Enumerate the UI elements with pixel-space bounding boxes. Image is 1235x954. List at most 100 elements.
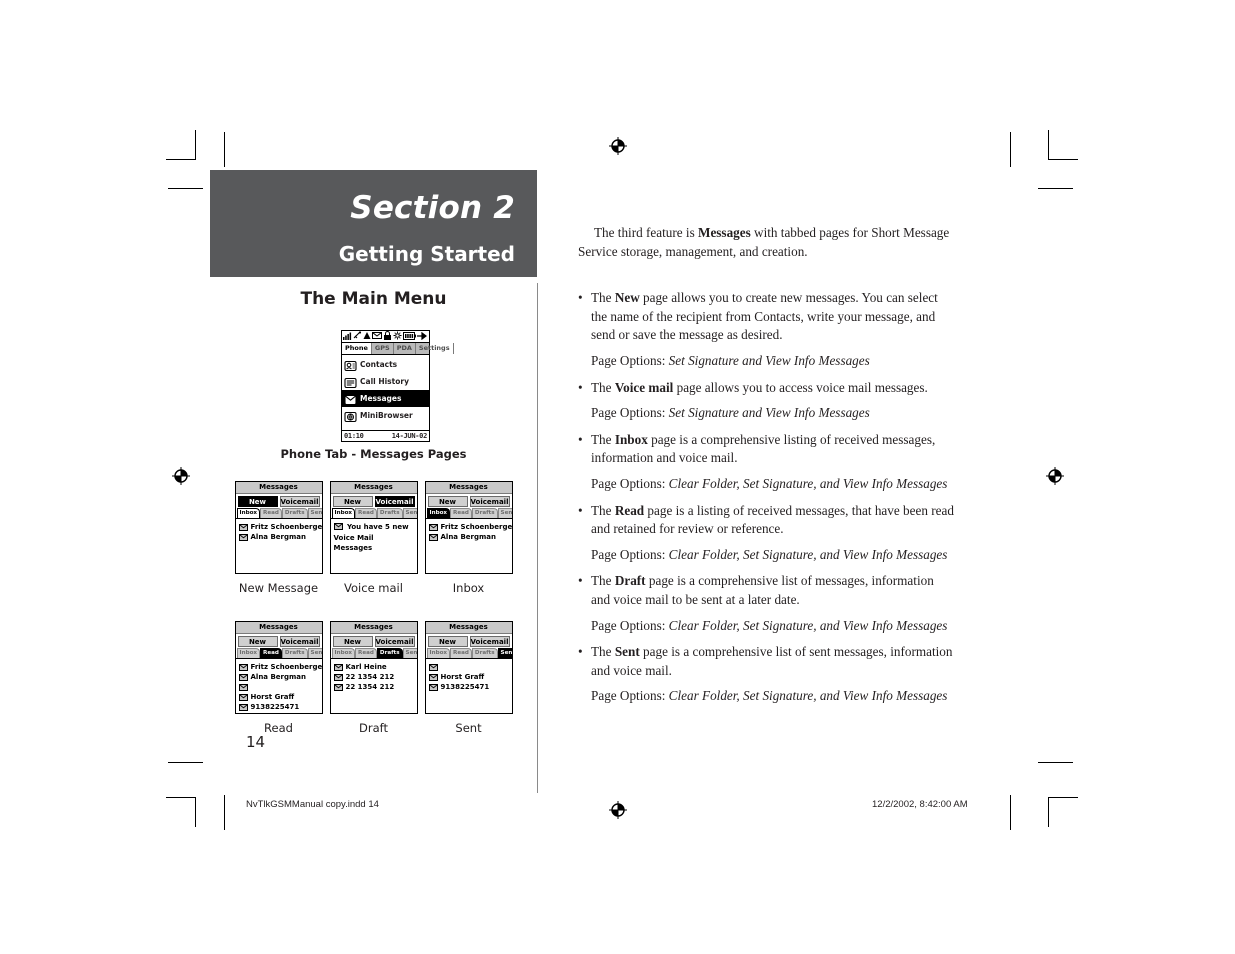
page-options-value: Clear Folder, Set Signature, and View In…: [668, 688, 948, 704]
list-item-label: Alna Bergman: [440, 533, 497, 541]
list-item[interactable]: Fritz Schoenberge: [238, 522, 322, 532]
list-item-label: 22 1354 212: [345, 683, 395, 691]
screenshot-button-voicemail[interactable]: Voicemail: [469, 636, 510, 647]
list-item[interactable]: Horst Graff: [238, 692, 320, 702]
screenshot-button-new[interactable]: New: [237, 496, 278, 507]
screenshot-cell: MessagesNewVoicemailInboxReadDraftsSentK…: [329, 621, 418, 735]
screenshot-title: Messages: [330, 482, 417, 494]
list-item[interactable]: Alna Bergman: [238, 532, 320, 542]
envelope-icon: [428, 683, 438, 691]
screenshot-tab-inbox[interactable]: Inbox: [331, 648, 356, 658]
screenshot-tab-sent[interactable]: Sent: [402, 508, 417, 518]
menu-item-contacts[interactable]: Contacts: [342, 356, 429, 373]
bullet-term: Voice mail: [614, 379, 674, 395]
screenshot-tab-sent[interactable]: Sent: [497, 648, 512, 658]
list-item[interactable]: Alna Bergman: [238, 672, 320, 682]
screenshot-tab-inbox[interactable]: Inbox: [426, 508, 451, 518]
envelope-icon: [238, 693, 248, 701]
crop-mark-top-right-corner-v: [1048, 130, 1049, 160]
screenshot-button-new[interactable]: New: [332, 496, 373, 507]
list-item[interactable]: Karl Heine: [333, 662, 415, 672]
screenshot-tab-read[interactable]: Read: [355, 508, 377, 518]
phone-screenshot-read: MessagesNewVoicemailInboxReadDraftsSentF…: [234, 621, 323, 714]
screenshot-tab-read[interactable]: Read: [260, 648, 282, 658]
screenshot-cell: MessagesNewVoicemailInboxReadDraftsSentH…: [424, 621, 513, 735]
list-item[interactable]: Fritz Schoenberge: [238, 662, 322, 672]
menu-item-call-history[interactable]: Call History: [342, 373, 429, 390]
page-options-line: Page Options: Set Signature and View Inf…: [591, 404, 956, 423]
screenshot-message-list: Fritz Schoenberge Alna Bergman: [426, 519, 512, 542]
bullet-marker: •: [578, 502, 583, 518]
screenshot-caption: Draft: [359, 721, 388, 735]
screenshot-tab-read[interactable]: Read: [450, 508, 472, 518]
screenshot-tab-drafts[interactable]: Drafts: [281, 508, 308, 518]
screenshot-button-new[interactable]: New: [427, 636, 468, 647]
screenshot-tab-inbox[interactable]: Inbox: [426, 648, 451, 658]
screenshot-tab-read[interactable]: Read: [450, 648, 472, 658]
menu-item-minibrowser[interactable]: MiniBrowser: [342, 407, 429, 424]
screenshot-tab-sent[interactable]: Sent: [497, 508, 512, 518]
screenshot-tab-sent[interactable]: Sent: [402, 648, 417, 658]
envelope-icon: [333, 673, 343, 681]
screenshot-tab-drafts[interactable]: Drafts: [471, 648, 498, 658]
screenshot-tab-inbox[interactable]: Inbox: [331, 508, 356, 518]
list-item[interactable]: [238, 682, 320, 692]
screenshot-tab-read[interactable]: Read: [260, 508, 282, 518]
bullet-term: Inbox: [614, 431, 648, 447]
screenshot-tab-read[interactable]: Read: [355, 648, 377, 658]
list-item-label: 9138225471: [250, 703, 300, 711]
device-tab-settings[interactable]: Settings: [416, 343, 454, 354]
device-tab-gps[interactable]: GPS: [372, 343, 394, 354]
screenshot-button-voicemail[interactable]: Voicemail: [469, 496, 510, 507]
envelope-icon: [428, 533, 438, 541]
signal-bars-icon: [343, 331, 352, 342]
column-divider-rule: [537, 283, 538, 793]
screenshot-tab-inbox[interactable]: Inbox: [236, 648, 261, 658]
list-item-label: Horst Graff: [440, 673, 485, 681]
screenshot-tab-sent[interactable]: Sent: [307, 648, 322, 658]
envelope-icon: [238, 533, 248, 541]
screenshot-button-new[interactable]: New: [332, 636, 373, 647]
screenshot-tab-drafts[interactable]: Drafts: [376, 648, 403, 658]
list-item[interactable]: 9138225471: [238, 702, 320, 712]
screenshot-button-voicemail[interactable]: Voicemail: [374, 636, 415, 647]
screenshot-button-voicemail[interactable]: Voicemail: [279, 636, 320, 647]
page-options-line: Page Options: Clear Folder, Set Signatur…: [591, 617, 956, 636]
bullet-text: The Sent page is a comprehensive list of…: [591, 643, 956, 680]
screenshot-tab-drafts[interactable]: Drafts: [376, 508, 403, 518]
screenshot-button-voicemail[interactable]: Voicemail: [279, 496, 320, 507]
list-item[interactable]: [428, 662, 510, 672]
screenshot-tab-sent[interactable]: Sent: [307, 508, 322, 518]
list-item[interactable]: 22 1354 212: [333, 682, 415, 692]
list-item[interactable]: Horst Graff: [428, 672, 510, 682]
screenshot-button-new[interactable]: New: [237, 636, 278, 647]
screenshot-button-voicemail[interactable]: Voicemail: [374, 496, 415, 507]
device-status-bar: [342, 331, 429, 343]
screenshot-cell: MessagesNewVoicemailInboxReadDraftsSent …: [329, 481, 418, 595]
list-item[interactable]: Alna Bergman: [428, 532, 510, 542]
list-item[interactable]: Fritz Schoenberge: [428, 522, 512, 532]
list-item[interactable]: 22 1354 212: [333, 672, 415, 682]
bullet-item: • The Inbox page is a comprehensive listi…: [578, 431, 956, 468]
device-tab-pda[interactable]: PDA: [394, 343, 416, 354]
device-menu-list: Contacts Call History Messages MiniBrows…: [342, 355, 429, 424]
menu-item-messages[interactable]: Messages: [342, 390, 429, 407]
right-column: The third feature is Messages with tabbe…: [578, 224, 956, 714]
page-title: The Main Menu: [300, 289, 447, 309]
screenshot-tab-row: InboxReadDraftsSent: [425, 508, 512, 519]
screenshot-tab-drafts[interactable]: Drafts: [471, 508, 498, 518]
list-item[interactable]: 9138225471: [428, 682, 510, 692]
crop-mark-top-left-h: [168, 188, 203, 189]
screenshot-tab-drafts[interactable]: Drafts: [281, 648, 308, 658]
crop-mark-top-right-h: [1038, 188, 1073, 189]
bullet-text: The Inbox page is a comprehensive listin…: [591, 431, 956, 468]
screenshot-caption: Sent: [455, 721, 482, 735]
envelope-icon: [372, 331, 382, 342]
device-tab-phone[interactable]: Phone: [342, 343, 372, 354]
screenshot-button-new[interactable]: New: [427, 496, 468, 507]
bullet-item: • The Voice mail page allows you to acces…: [578, 379, 956, 398]
screenshot-tab-inbox[interactable]: Inbox: [236, 508, 261, 518]
page-options-label: Page Options:: [591, 475, 669, 491]
screenshot-cell: MessagesNewVoicemailInboxReadDraftsSentF…: [234, 621, 323, 735]
bullet-text: The Read page is a listing of received m…: [591, 502, 956, 539]
